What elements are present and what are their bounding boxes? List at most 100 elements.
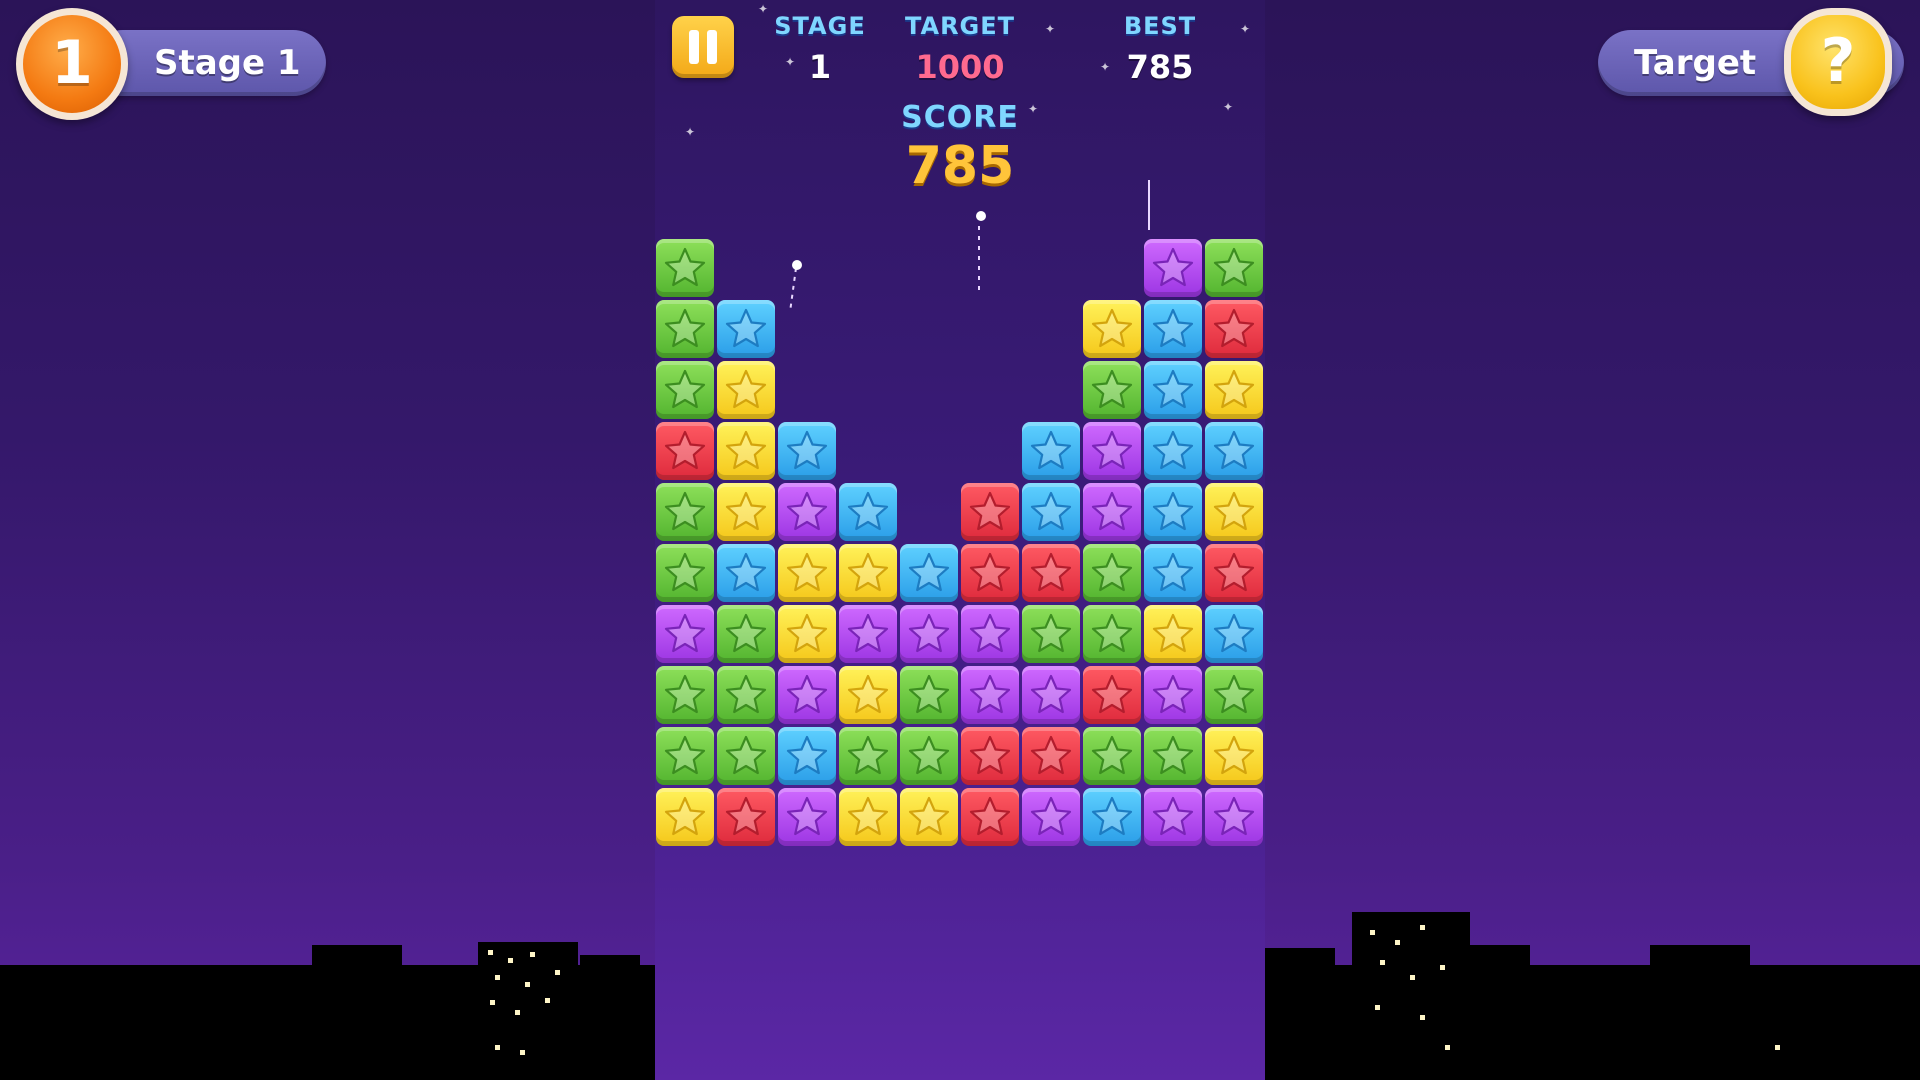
star-tile-yellow[interactable] [778,544,836,602]
star-tile-green[interactable] [1083,361,1141,419]
star-tile-blue[interactable] [1022,422,1080,480]
star-tile-yellow[interactable] [839,788,897,846]
star-tile-red[interactable] [961,727,1019,785]
star-tile-green[interactable] [1022,605,1080,663]
star-tile-purple[interactable] [1144,788,1202,846]
star-tile-blue[interactable] [717,300,775,358]
star-tile-green[interactable] [1144,727,1202,785]
star-tile-red[interactable] [717,788,775,846]
star-tile-yellow[interactable] [839,666,897,724]
star-tile-purple[interactable] [839,605,897,663]
star-tile-blue[interactable] [778,727,836,785]
star-tile-yellow[interactable] [717,361,775,419]
star-tile-red[interactable] [961,544,1019,602]
star-tile-purple[interactable] [1144,666,1202,724]
star-tile-blue[interactable] [1144,544,1202,602]
star-tile-purple[interactable] [900,605,958,663]
star-tile-purple[interactable] [961,605,1019,663]
star-tile-green[interactable] [656,300,714,358]
star-icon [664,308,706,348]
star-tile-blue[interactable] [1144,361,1202,419]
star-tile-yellow[interactable] [778,605,836,663]
star-tile-green[interactable] [1083,544,1141,602]
star-tile-green[interactable] [656,544,714,602]
star-tile-blue[interactable] [717,544,775,602]
star-tile-purple[interactable] [778,666,836,724]
star-tile-green[interactable] [1205,239,1263,297]
star-tile-red[interactable] [1083,666,1141,724]
star-icon [1152,491,1194,531]
star-tile-green[interactable] [1083,605,1141,663]
star-icon [847,735,889,775]
star-tile-green[interactable] [656,727,714,785]
star-icon [847,552,889,592]
star-icon [664,552,706,592]
star-tile-purple[interactable] [1022,666,1080,724]
star-tile-green[interactable] [656,361,714,419]
star-tile-green[interactable] [900,666,958,724]
star-tile-purple[interactable] [1144,239,1202,297]
star-tile-blue[interactable] [1083,788,1141,846]
star-icon [847,491,889,531]
star-tile-yellow[interactable] [900,788,958,846]
star-tile-purple[interactable] [1205,788,1263,846]
star-tile-purple[interactable] [961,666,1019,724]
star-icon [786,613,828,653]
star-tile-yellow[interactable] [1205,483,1263,541]
star-tile-green[interactable] [900,727,958,785]
star-tile-blue[interactable] [1144,300,1202,358]
star-tile-purple[interactable] [1022,788,1080,846]
star-icon [1213,735,1255,775]
star-icon [664,369,706,409]
star-tile-yellow[interactable] [1205,361,1263,419]
star-icon [1213,674,1255,714]
star-tile-blue[interactable] [1205,422,1263,480]
star-tile-red[interactable] [656,422,714,480]
star-icon [1152,430,1194,470]
help-button[interactable]: ? [1784,8,1892,116]
star-tile-green[interactable] [717,666,775,724]
star-tile-red[interactable] [961,483,1019,541]
star-tile-green[interactable] [717,727,775,785]
star-tile-yellow[interactable] [1144,605,1202,663]
star-tile-blue[interactable] [778,422,836,480]
star-tile-blue[interactable] [839,483,897,541]
star-tile-green[interactable] [656,483,714,541]
star-icon [1091,552,1133,592]
star-tile-purple[interactable] [778,788,836,846]
star-tile-red[interactable] [961,788,1019,846]
star-tile-blue[interactable] [1205,605,1263,663]
star-tile-purple[interactable] [1083,422,1141,480]
star-tile-red[interactable] [1205,544,1263,602]
star-tile-yellow[interactable] [1083,300,1141,358]
star-tile-purple[interactable] [778,483,836,541]
star-tile-blue[interactable] [1144,422,1202,480]
pause-button[interactable] [672,16,734,78]
star-tile-red[interactable] [1205,300,1263,358]
star-tile-green[interactable] [1083,727,1141,785]
star-tile-red[interactable] [1022,727,1080,785]
star-icon [1091,613,1133,653]
star-tile-yellow[interactable] [656,788,714,846]
star-icon [969,491,1011,531]
star-tile-green[interactable] [656,239,714,297]
star-tile-yellow[interactable] [717,422,775,480]
star-tile-blue[interactable] [1022,483,1080,541]
star-tile-blue[interactable] [900,544,958,602]
star-tile-yellow[interactable] [839,544,897,602]
star-tile-purple[interactable] [1083,483,1141,541]
star-tile-green[interactable] [717,605,775,663]
star-tile-yellow[interactable] [1205,727,1263,785]
star-icon [1030,796,1072,836]
star-tile-red[interactable] [1022,544,1080,602]
star-tile-purple[interactable] [656,605,714,663]
star-tile-green[interactable] [656,666,714,724]
star-icon [664,796,706,836]
star-icon [664,491,706,531]
star-tile-blue[interactable] [1144,483,1202,541]
star-tile-yellow[interactable] [717,483,775,541]
star-tile-green[interactable] [839,727,897,785]
star-icon [969,674,1011,714]
star-icon [1152,308,1194,348]
star-tile-green[interactable] [1205,666,1263,724]
